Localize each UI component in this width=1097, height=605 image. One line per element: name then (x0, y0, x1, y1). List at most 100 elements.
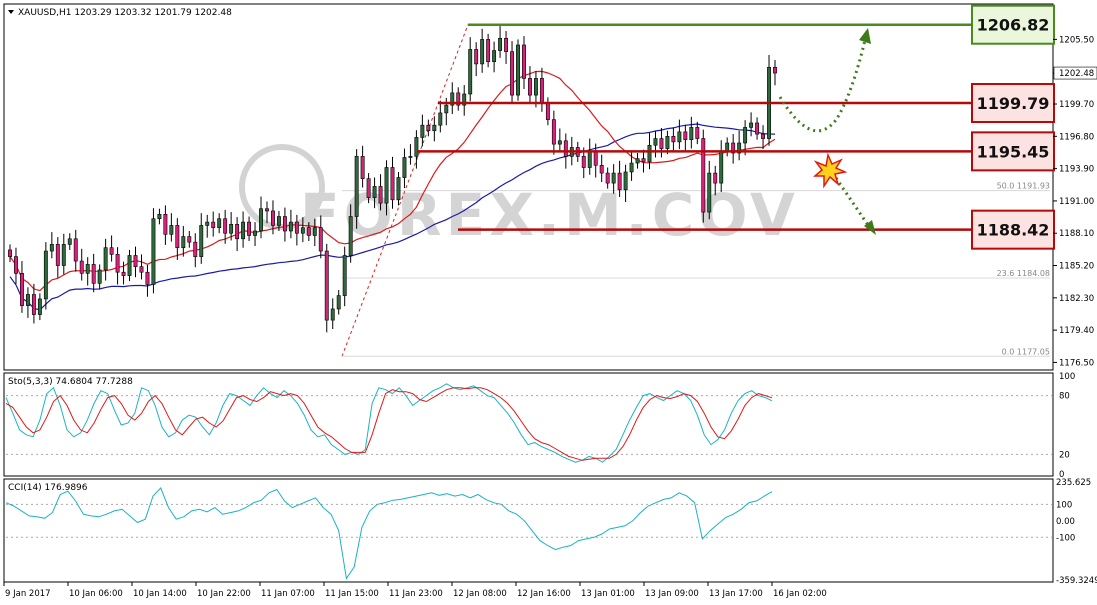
current-price-label: 1202.48 (1059, 69, 1094, 79)
bear-candle (55, 244, 60, 266)
level-label: 1206.82 (977, 16, 1050, 35)
cci-title: CCI(14) 176.9896 (8, 483, 88, 493)
bull-candle (157, 213, 162, 220)
bull-candle (127, 255, 132, 276)
bull-candle (719, 150, 724, 184)
level-label: 1188.42 (977, 221, 1050, 240)
bull-candle (372, 186, 377, 198)
price-axis-label: 1191.00 (1059, 197, 1094, 207)
price-axis-label: 1205.50 (1059, 35, 1094, 45)
symbol-line: XAUUSD,H1 1203.29 1203.32 1201.79 1202.4… (18, 8, 232, 18)
bull-candle (492, 50, 497, 62)
bear-candle (145, 271, 150, 285)
bull-candle (151, 218, 156, 285)
bear-candle (545, 102, 550, 120)
bull-candle (25, 294, 30, 306)
bull-candle (629, 162, 634, 173)
time-axis-label: 13 Jan 01:00 (581, 589, 635, 599)
bull-candle (43, 250, 48, 300)
bull-candle (635, 158, 640, 164)
bull-candle (181, 236, 186, 249)
bull-candle (342, 255, 347, 296)
bear-candle (504, 38, 508, 52)
bear-candle (641, 158, 646, 163)
bear-candle (109, 247, 114, 255)
bear-candle (235, 224, 240, 240)
chart-root: FOREX.M.COV 50.0 1191.9323.6 1184.080.0 … (0, 0, 1097, 605)
bull-candle (277, 216, 281, 226)
bull-candle (37, 298, 42, 315)
bull-candle (480, 39, 485, 65)
bear-candle (390, 167, 395, 201)
bull-candle (97, 269, 102, 284)
price-axis-label: 1188.10 (1059, 229, 1094, 239)
bear-candle (713, 172, 718, 184)
bull-candle (241, 221, 246, 240)
bear-candle (599, 164, 604, 174)
bull-candle (623, 171, 628, 191)
bull-candle (653, 138, 658, 146)
bull-candle (348, 216, 353, 256)
time-axis-label: 9 Jan 2017 (5, 589, 51, 599)
bear-candle (522, 44, 526, 79)
chart-background (0, 0, 1097, 605)
bear-candle (593, 150, 598, 166)
bear-candle (121, 271, 126, 276)
bull-candle (229, 224, 234, 234)
bull-candle (438, 112, 443, 126)
bull-candle (647, 144, 652, 163)
bull-candle (217, 218, 222, 228)
bear-candle (539, 78, 544, 104)
bear-candle (581, 156, 586, 168)
bull-candle (205, 221, 210, 226)
bull-candle (420, 124, 425, 138)
bull-candle (725, 142, 730, 152)
bull-candle (259, 208, 263, 232)
bear-candle (139, 266, 144, 273)
bull-candle (432, 124, 437, 132)
cci-axis-label: -100 (1056, 533, 1075, 543)
bull-candle (169, 225, 174, 235)
bear-candle (211, 221, 216, 228)
time-axis-label: 11 Jan 07:00 (261, 589, 315, 599)
bear-candle (115, 254, 120, 273)
fib-level-label: 0.0 1177.05 (1002, 347, 1050, 356)
level-label: 1199.79 (977, 94, 1050, 113)
bull-candle (533, 78, 538, 96)
bull-candle (414, 137, 419, 157)
level-label: 1195.45 (977, 142, 1050, 161)
bear-candle (282, 216, 287, 232)
bear-candle (163, 213, 168, 235)
bull-candle (67, 238, 72, 245)
bear-candle (79, 260, 84, 274)
time-axis-label: 10 Jan 22:00 (197, 589, 251, 599)
bull-candle (336, 295, 341, 310)
bear-candle (378, 186, 383, 204)
time-axis-label: 12 Jan 16:00 (517, 589, 571, 599)
cci-axis-label: 235.625 (1056, 478, 1091, 488)
time-axis-label: 12 Jan 08:00 (453, 589, 507, 599)
bear-candle (617, 172, 622, 191)
bull-candle (707, 172, 712, 213)
bull-candle (677, 131, 682, 143)
cci-axis-label: 0.00 (1056, 517, 1075, 527)
bear-candle (486, 39, 491, 62)
bear-candle (683, 131, 688, 140)
time-axis-label: 13 Jan 09:00 (645, 589, 699, 599)
time-axis-label: 16 Jan 02:00 (773, 589, 827, 599)
bull-candle (312, 227, 317, 236)
bear-candle (265, 208, 269, 212)
bull-candle (85, 264, 90, 274)
fib-level-label: 23.6 1184.08 (997, 269, 1050, 278)
bear-candle (324, 250, 329, 321)
bull-candle (103, 247, 108, 271)
bear-candle (73, 238, 78, 262)
bull-candle (498, 38, 503, 51)
bear-candle (360, 156, 365, 179)
bear-candle (247, 221, 252, 236)
bear-candle (20, 273, 24, 306)
stoch-title: Sto(5,3,3) 74.6804 77.7288 (8, 377, 133, 387)
stoch-axis-label: 100 (1059, 372, 1075, 382)
price-axis-label: 1193.90 (1059, 165, 1094, 175)
fib-level-label: 50.0 1191.93 (997, 182, 1050, 191)
